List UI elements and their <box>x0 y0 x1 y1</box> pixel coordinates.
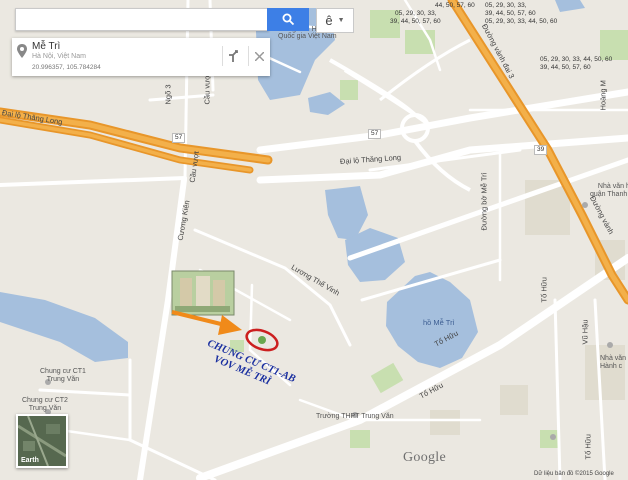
bus-routes-2: 05, 29, 30, 33, <box>485 2 527 9</box>
google-logo: Google <box>403 450 447 465</box>
road-label-to-huu-4: Tố Hữu <box>583 434 593 460</box>
road-label-duong-bo-me-tri: Đường bờ Mễ Trì <box>479 172 489 231</box>
earth-view-toggle[interactable]: Earth <box>16 414 68 468</box>
place-title: Mễ Trì <box>32 41 61 52</box>
close-button[interactable] <box>248 46 269 66</box>
building-photo <box>171 270 235 316</box>
place-card[interactable]: Mễ Trì Hà Nội, Việt Nam 20.996357, 105.7… <box>12 38 270 76</box>
place-label-thpt: Trường THPT Trung Văn <box>316 413 394 420</box>
directions-button[interactable] <box>222 46 243 66</box>
place-subtitle: Hà Nội, Việt Nam <box>32 53 86 60</box>
search-button[interactable] <box>267 8 309 31</box>
earth-label: Earth <box>21 457 39 464</box>
bus-badge-57-left: 57 <box>172 133 186 143</box>
close-icon <box>254 51 264 61</box>
bus-routes-5: 39, 44, 50, 57, 60 <box>390 18 441 25</box>
bus-routes-3: 39, 44, 50, 57, 60 <box>485 10 536 17</box>
place-label-ct1: Chung cư CT1 Trung Văn <box>40 368 86 383</box>
place-label-nha-van-hoa-1: Nhà văn hoá quận Thanh Xuân <box>590 183 628 198</box>
road-label-ngo-3: Ngõ 3 <box>163 84 173 105</box>
bus-badge-57-right: 57 <box>368 129 382 139</box>
search-icon <box>282 13 294 26</box>
location-pin[interactable] <box>258 336 266 344</box>
directions-icon <box>229 50 238 62</box>
place-label-nha-van-hoa-2: Nhà văn Hành c <box>600 355 627 370</box>
bus-routes-6: 05, 29, 30, 33, 44, 50, 60 <box>485 18 558 25</box>
road-label-cau-vuot-upper: Cầu vượt <box>202 72 212 105</box>
road-label-vu-hau: Vũ Hậu <box>580 319 590 345</box>
input-tools-button[interactable]: ê ▼ <box>316 8 354 33</box>
input-tools-label: ê <box>325 13 333 28</box>
search-input[interactable] <box>15 8 269 31</box>
bus-routes-8: 39, 44, 50, 57, 60 <box>540 64 591 71</box>
place-label-ct2: Chung cư CT2 Trung Văn <box>22 397 68 412</box>
bus-routes-1: 44, 50, 57, 60 <box>435 2 475 9</box>
road-label-to-huu-2: Tố Hữu <box>539 277 549 303</box>
chevron-down-icon: ▼ <box>337 17 345 24</box>
pin-icon <box>17 44 27 58</box>
map-attribution[interactable]: Dữ liệu bản đồ ©2015 Google <box>534 471 614 477</box>
bus-badge-39: 39 <box>534 145 548 155</box>
place-coordinates: 20.996357, 105.784284 <box>32 64 101 71</box>
bus-routes-7: 05, 29, 30, 33, 44, 50, 60 <box>540 56 613 63</box>
bus-routes-4: 05, 29, 30, 33, <box>395 10 437 17</box>
lake-label-me-tri: hồ Mễ Trì <box>423 318 455 327</box>
road-label-hoang-minh: Hoàng M <box>598 80 608 111</box>
